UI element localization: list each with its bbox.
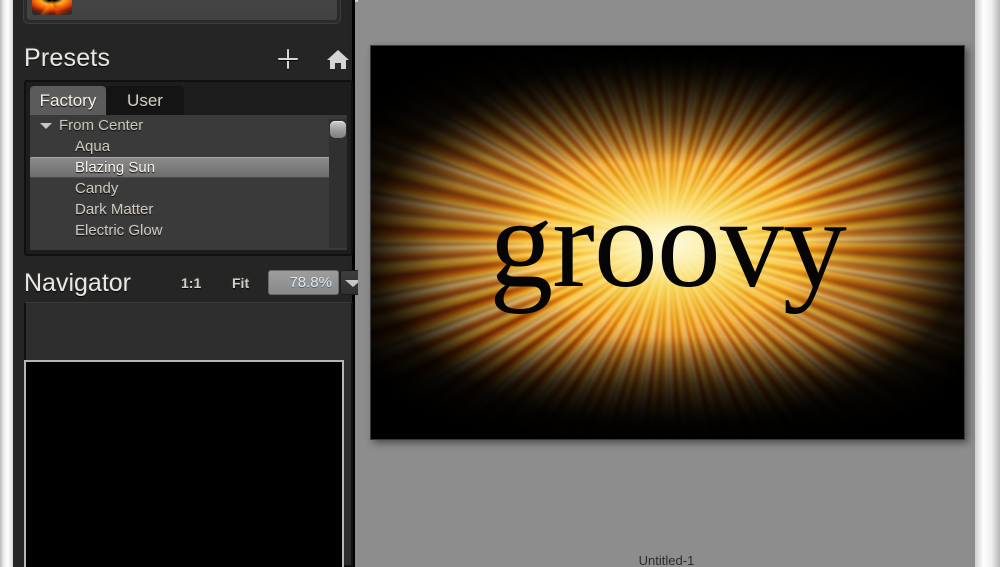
fire-burst-spikes xyxy=(32,0,72,15)
zoom-input[interactable]: 78.8% xyxy=(268,270,339,295)
preset-group-label: From Center xyxy=(59,117,144,134)
navigator-preview[interactable] xyxy=(24,360,344,567)
left-dock-inner: Presets Factory User From Center Aqua Bl… xyxy=(13,0,364,567)
list-item[interactable]: Aqua xyxy=(30,136,347,157)
fire-top-fade xyxy=(371,46,964,164)
document-name-label: Untitled-1 xyxy=(638,553,695,567)
application-window: Presets Factory User From Center Aqua Bl… xyxy=(0,0,1000,567)
document-canvas[interactable]: groovy xyxy=(370,45,965,440)
fit-button[interactable]: Fit xyxy=(232,275,249,291)
home-icon-door xyxy=(335,63,341,69)
list-item[interactable]: Dark Matter xyxy=(30,199,347,220)
actual-pixels-button[interactable]: 1:1 xyxy=(181,275,201,291)
document-workspace: groovy Untitled-1 xyxy=(358,0,975,567)
tab-factory[interactable]: Factory xyxy=(30,86,106,115)
left-dock-panel: Presets Factory User From Center Aqua Bl… xyxy=(13,0,364,567)
presets-header: Presets xyxy=(13,36,352,80)
tab-user[interactable]: User xyxy=(106,86,184,115)
list-item-selected[interactable]: Blazing Sun xyxy=(30,157,333,178)
navigator-header: Navigator 1:1 Fit 78.8% xyxy=(13,262,364,302)
preset-picker-dropdown[interactable] xyxy=(23,0,341,24)
list-item[interactable]: Electric Glow xyxy=(30,220,347,241)
presets-panel: Factory User From Center Aqua Blazing Su… xyxy=(24,80,353,256)
presets-scrollbar-thumb[interactable] xyxy=(330,121,346,138)
zoom-value: 78.8% xyxy=(289,274,332,291)
window-right-edge xyxy=(975,0,1000,567)
navigator-title: Navigator xyxy=(24,269,131,297)
fire-burst-icon xyxy=(32,0,72,15)
list-item[interactable]: Candy xyxy=(30,178,347,199)
presets-scrollbar-track[interactable] xyxy=(329,119,347,248)
home-icon[interactable] xyxy=(326,47,350,71)
plus-icon[interactable] xyxy=(276,47,300,71)
triangle-down-icon[interactable] xyxy=(40,123,52,129)
canvas-text: groovy xyxy=(489,171,847,314)
window-left-edge xyxy=(0,0,13,567)
preset-group-from-center[interactable]: From Center xyxy=(30,115,347,136)
presets-list[interactable]: From Center Aqua Blazing Sun Candy Dark … xyxy=(30,115,347,250)
fire-bottom-fade xyxy=(371,336,964,439)
presets-title: Presets xyxy=(24,44,111,72)
preset-picker-inner xyxy=(26,0,338,21)
